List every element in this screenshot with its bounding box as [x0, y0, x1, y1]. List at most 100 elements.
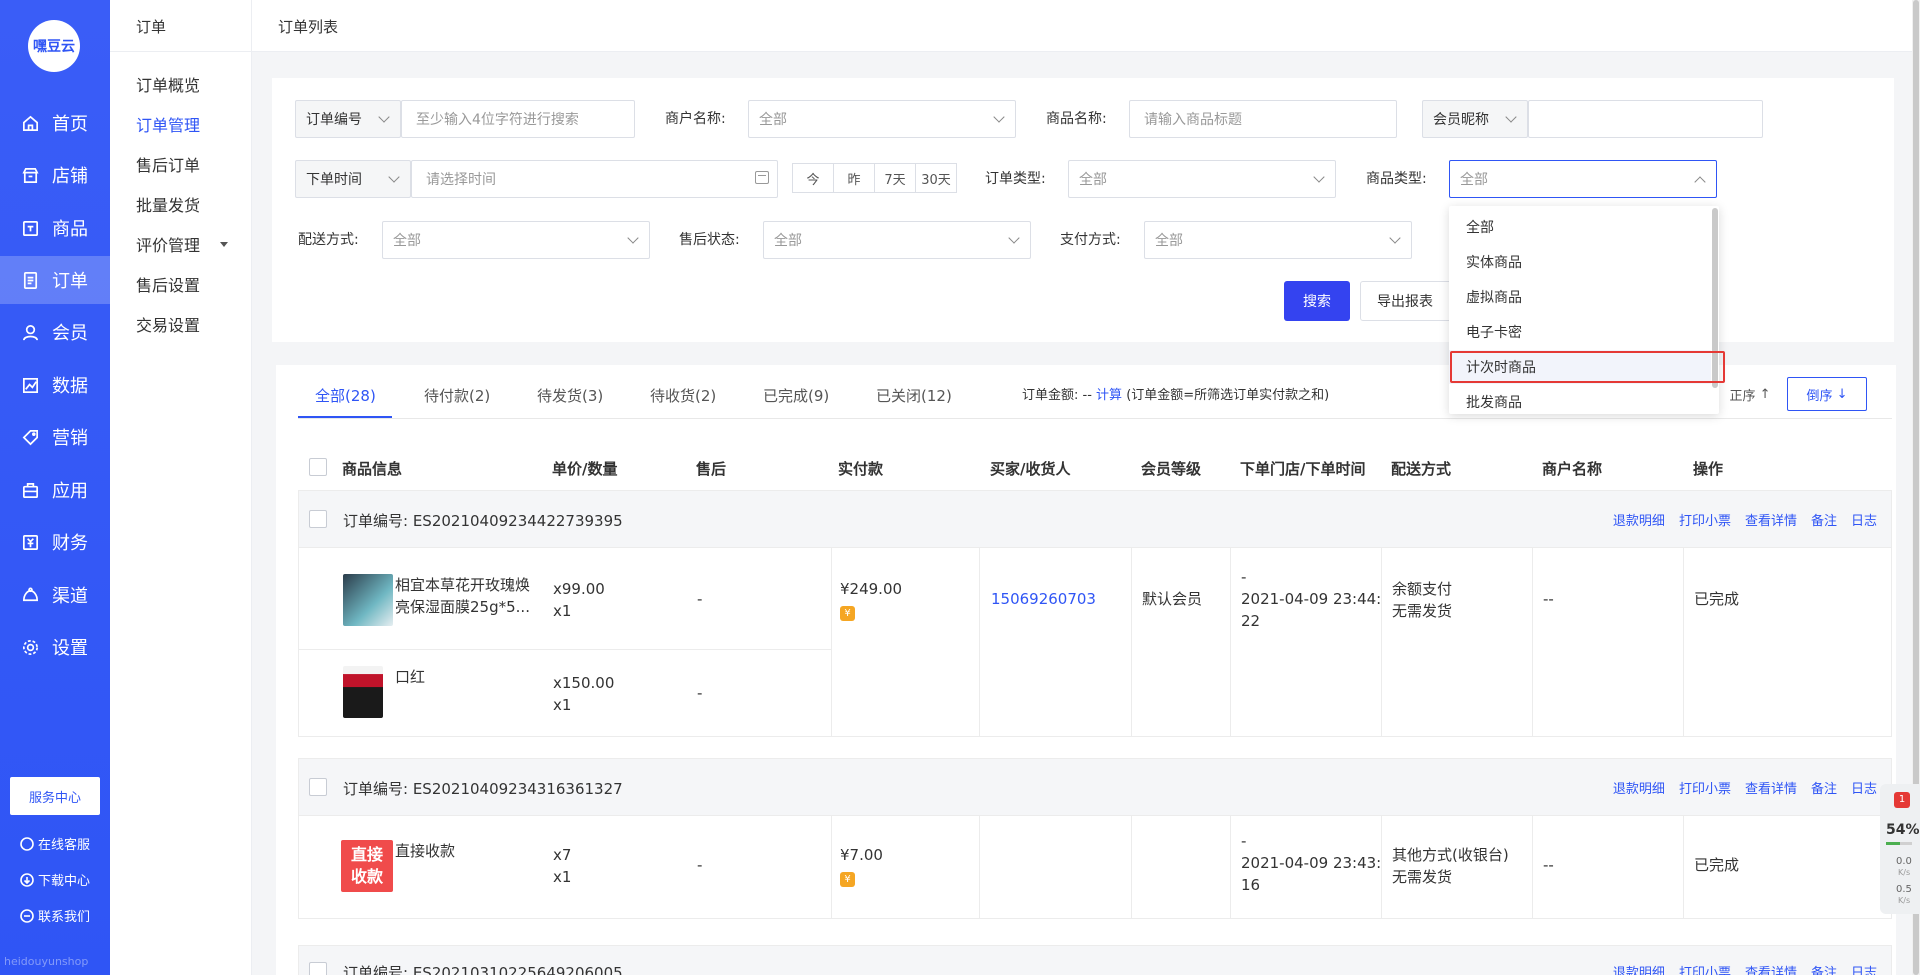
- col-header-member-level: 会员等级: [1141, 460, 1202, 478]
- tab-completed[interactable]: 已完成(9): [763, 385, 829, 406]
- view-detail-link[interactable]: 查看详情: [1745, 778, 1797, 797]
- time-type-select[interactable]: 下单时间: [295, 160, 411, 198]
- app-root: 嘿豆云 首页 店铺 商品 订单 会员 数据 营销 应用 财务 渠道 设置 服务中…: [0, 0, 1920, 975]
- goods-name-input[interactable]: 请输入商品标题: [1129, 100, 1397, 138]
- order-checkbox[interactable]: [309, 962, 327, 975]
- dropdown-option-physical[interactable]: 实体商品: [1449, 245, 1711, 279]
- breadcrumb: 订单列表: [278, 18, 339, 36]
- performance-widget[interactable]: 1 54% 0.0 K/s 0.5 K/s: [1880, 784, 1920, 914]
- order-type-select[interactable]: 全部: [1068, 160, 1336, 198]
- nav-item-home[interactable]: 首页: [0, 99, 110, 147]
- nav-item-channel[interactable]: 渠道: [0, 571, 110, 619]
- subnav-item-aftersale-orders[interactable]: 售后订单: [136, 152, 200, 176]
- dropdown-option-card-key[interactable]: 电子卡密: [1449, 315, 1711, 349]
- order-time-input[interactable]: 请选择时间: [411, 160, 778, 198]
- member-type-select[interactable]: 会员昵称: [1422, 100, 1528, 138]
- nav-item-order[interactable]: 订单: [0, 256, 110, 304]
- product-name[interactable]: 口红: [395, 666, 425, 688]
- buyer-phone-link[interactable]: 15069260703: [991, 588, 1096, 610]
- order-checkbox[interactable]: [309, 778, 327, 796]
- order-no-type-select[interactable]: 订单编号: [295, 100, 401, 138]
- print-receipt-link[interactable]: 打印小票: [1679, 778, 1731, 797]
- subnav-item-overview[interactable]: 订单概览: [136, 72, 200, 96]
- subnav-item-review-management[interactable]: 评价管理: [136, 232, 200, 256]
- log-link[interactable]: 日志: [1851, 510, 1877, 529]
- aftersale-status: -: [697, 684, 703, 702]
- tab-all[interactable]: 全部(28): [315, 385, 376, 406]
- perf-percent: 54%: [1886, 822, 1920, 838]
- remark-link[interactable]: 备注: [1811, 962, 1837, 975]
- order-checkbox[interactable]: [309, 510, 327, 528]
- unit-price: x7: [553, 846, 572, 864]
- nav-item-member[interactable]: 会员: [0, 308, 110, 356]
- refund-detail-link[interactable]: 退款明细: [1613, 778, 1665, 797]
- delivery-info: 余额支付 无需发货: [1392, 578, 1452, 622]
- remark-link[interactable]: 备注: [1811, 778, 1837, 797]
- dropdown-option-all[interactable]: 全部: [1449, 210, 1711, 244]
- merchant-select[interactable]: 全部: [748, 100, 1016, 138]
- tab-pending-receipt[interactable]: 待收货(2): [650, 385, 716, 406]
- order-no-input[interactable]: 至少输入4位字符进行搜索: [401, 100, 635, 138]
- export-report-button[interactable]: 导出报表: [1360, 281, 1460, 321]
- nav-item-data[interactable]: 数据: [0, 361, 110, 409]
- sort-desc-button[interactable]: 倒序 ↓: [1787, 377, 1867, 411]
- tab-pending-payment[interactable]: 待付款(2): [424, 385, 490, 406]
- refund-detail-link[interactable]: 退款明细: [1613, 962, 1665, 975]
- product-name[interactable]: 直接收款: [395, 840, 455, 862]
- brand-logo[interactable]: 嘿豆云: [28, 20, 80, 72]
- goods-type-label: 商品类型:: [1366, 171, 1427, 187]
- calc-amount-link[interactable]: 计算: [1096, 388, 1122, 403]
- product-thumbnail[interactable]: [343, 666, 383, 718]
- nav-item-settings[interactable]: 设置: [0, 623, 110, 671]
- app-box-icon: [20, 480, 40, 500]
- select-all-checkbox[interactable]: [309, 458, 327, 476]
- sort-asc-button[interactable]: 正序 ↑: [1715, 377, 1785, 411]
- quick-date-yesterday[interactable]: 昨: [833, 163, 875, 193]
- nav-item-app[interactable]: 应用: [0, 466, 110, 514]
- col-header-price-qty: 单价/数量: [552, 460, 618, 478]
- col-header-paid: 实付款: [838, 460, 884, 478]
- remark-link[interactable]: 备注: [1811, 510, 1837, 529]
- print-receipt-link[interactable]: 打印小票: [1679, 962, 1731, 975]
- contact-us-link[interactable]: 联系我们: [20, 906, 90, 925]
- view-detail-link[interactable]: 查看详情: [1745, 510, 1797, 529]
- refund-detail-link[interactable]: 退款明细: [1613, 510, 1665, 529]
- dropdown-option-wholesale[interactable]: 批发商品: [1449, 385, 1711, 419]
- nav-item-goods[interactable]: 商品: [0, 204, 110, 252]
- member-level: 默认会员: [1142, 590, 1203, 608]
- log-link[interactable]: 日志: [1851, 778, 1877, 797]
- log-link[interactable]: 日志: [1851, 962, 1877, 975]
- col-divider: [1131, 816, 1132, 918]
- aftersale-select[interactable]: 全部: [763, 221, 1031, 259]
- quick-date-7days[interactable]: 7天: [874, 163, 916, 193]
- quick-date-today[interactable]: 今: [792, 163, 834, 193]
- download-center-link[interactable]: 下载中心: [20, 870, 90, 889]
- subnav-item-batch-delivery[interactable]: 批量发货: [136, 192, 200, 216]
- brand-logo-text: 嘿豆云: [33, 39, 75, 55]
- subnav-item-order-management[interactable]: 订单管理: [136, 112, 200, 136]
- merchant-name: --: [1543, 856, 1554, 874]
- print-receipt-link[interactable]: 打印小票: [1679, 510, 1731, 529]
- subnav-item-aftersale-settings[interactable]: 售后设置: [136, 272, 200, 296]
- tab-closed[interactable]: 已关闭(12): [876, 385, 952, 406]
- product-thumbnail[interactable]: [343, 574, 393, 626]
- online-service-link[interactable]: 在线客服: [20, 834, 90, 853]
- quick-date-30days[interactable]: 30天: [915, 163, 957, 193]
- nav-item-label: 财务: [52, 533, 88, 554]
- service-center-button[interactable]: 服务中心: [10, 777, 100, 815]
- nav-item-store[interactable]: 店铺: [0, 151, 110, 199]
- paid-amount: ¥7.00 ¥: [840, 844, 883, 888]
- goods-type-select[interactable]: 全部: [1449, 160, 1717, 198]
- nav-item-finance[interactable]: 财务: [0, 518, 110, 566]
- product-name[interactable]: 相宜本草花开玫瑰焕 亮保湿面膜25g*5...: [395, 574, 575, 618]
- dropdown-option-virtual[interactable]: 虚拟商品: [1449, 280, 1711, 314]
- delivery-select[interactable]: 全部: [382, 221, 650, 259]
- subnav-item-trade-settings[interactable]: 交易设置: [136, 312, 200, 336]
- perf-bar: [1886, 842, 1912, 845]
- nav-item-marketing[interactable]: 营销: [0, 413, 110, 461]
- tab-pending-shipment[interactable]: 待发货(3): [537, 385, 603, 406]
- view-detail-link[interactable]: 查看详情: [1745, 962, 1797, 975]
- payment-select[interactable]: 全部: [1144, 221, 1412, 259]
- search-button[interactable]: 搜索: [1284, 281, 1350, 321]
- member-input[interactable]: [1528, 100, 1763, 138]
